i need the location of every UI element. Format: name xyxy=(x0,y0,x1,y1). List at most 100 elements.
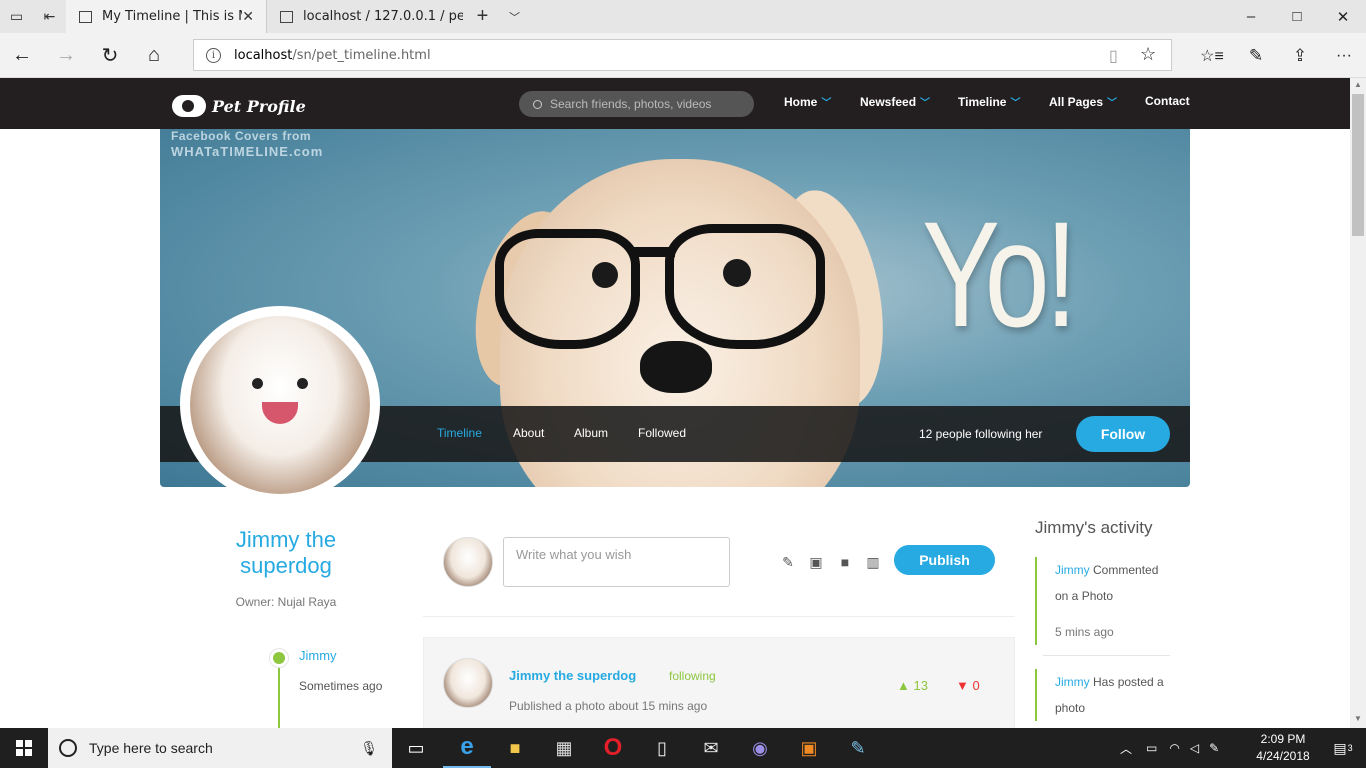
activity-time: 5 mins ago xyxy=(1055,625,1114,639)
hub-favorites-icon[interactable]: ☆≡ xyxy=(1190,33,1234,78)
url-host: localhost xyxy=(234,48,293,63)
glasses-lens-right xyxy=(665,224,825,349)
store-icon[interactable]: ▦ xyxy=(540,728,588,768)
tab-title: My Timeline | This is My xyxy=(102,9,242,24)
document-icon[interactable]: ▯ xyxy=(638,728,686,768)
pen-icon[interactable]: ✎ xyxy=(1209,741,1219,755)
pet-name: Jimmy the superdog xyxy=(235,527,337,578)
search-input[interactable]: Search friends, photos, videos xyxy=(519,91,754,117)
tab-about[interactable]: About xyxy=(513,426,544,440)
timeline-line xyxy=(278,660,280,728)
forward-button[interactable]: → xyxy=(44,33,88,78)
like-button[interactable]: ▲ 13 xyxy=(897,678,928,693)
close-window-button[interactable]: ✕ xyxy=(1320,0,1366,33)
refresh-button[interactable]: ↻ xyxy=(88,33,132,78)
clock[interactable]: 2:09 PM 4/24/2018 xyxy=(1248,731,1318,765)
start-button[interactable] xyxy=(0,728,48,768)
post-author-name[interactable]: Jimmy the superdog xyxy=(509,668,636,683)
profile-avatar[interactable] xyxy=(180,306,380,502)
site-logo[interactable]: Pet Profile xyxy=(172,94,306,118)
favorite-star-icon[interactable]: ☆ xyxy=(1140,44,1156,65)
task-view-icon[interactable]: ▭ xyxy=(392,728,440,768)
tab-close-icon[interactable]: ✕ xyxy=(242,9,254,25)
activity-user[interactable]: Jimmy xyxy=(1055,675,1090,689)
share-icon[interactable]: ⇪ xyxy=(1278,33,1322,78)
windows-logo-icon xyxy=(16,740,32,756)
volume-icon[interactable]: ◁ xyxy=(1190,741,1199,755)
timeline-entry-time: Sometimes ago xyxy=(299,679,383,693)
more-options-icon[interactable]: ··· xyxy=(1322,33,1366,78)
minimize-button[interactable]: – xyxy=(1228,0,1274,33)
menu-label: All Pages xyxy=(1049,94,1104,109)
address-bar[interactable]: i localhost/sn/pet_timeline.html ▯ ☆ xyxy=(193,39,1172,71)
file-explorer-icon[interactable]: ■ xyxy=(491,728,539,768)
opera-icon[interactable]: O xyxy=(589,728,637,768)
browser-tab-phpmyadmin[interactable]: localhost / 127.0.0.1 / pet_p xyxy=(266,0,466,33)
menu-newsfeed[interactable]: Newsfeed ﹀ xyxy=(860,94,930,110)
scroll-down-icon[interactable]: ▼ xyxy=(1350,714,1366,728)
map-icon[interactable]: ▥ xyxy=(865,554,881,570)
url-text[interactable]: localhost/sn/pet_timeline.html xyxy=(234,48,431,63)
divider xyxy=(423,616,1015,617)
web-notes-icon[interactable]: ✎ xyxy=(1234,33,1278,78)
image-icon[interactable]: ▣ xyxy=(808,554,824,570)
dog-eye-left xyxy=(592,262,618,288)
action-center-icon[interactable]: ▤ 3 xyxy=(1320,728,1366,768)
menu-contact[interactable]: Contact xyxy=(1145,94,1190,108)
post-composer-input[interactable]: Write what you wish xyxy=(503,537,730,587)
menu-label: Home xyxy=(784,94,818,109)
battery-icon[interactable]: ▭ xyxy=(1146,741,1157,755)
site-info-icon[interactable]: i xyxy=(206,48,221,63)
site-header: Pet Profile Search friends, photos, vide… xyxy=(0,78,1350,129)
tab-preview-icon[interactable]: ⇤ xyxy=(33,0,66,33)
mail-icon[interactable]: ✉ xyxy=(687,728,735,768)
chevron-down-icon: ﹀ xyxy=(821,98,832,109)
torrent-icon[interactable]: ◉ xyxy=(736,728,784,768)
search-placeholder: Search friends, photos, videos xyxy=(550,97,712,111)
follow-button[interactable]: Follow xyxy=(1076,416,1170,452)
post-author-avatar[interactable] xyxy=(443,658,493,708)
logo-text: Pet Profile xyxy=(212,96,306,116)
owner-label: Owner: Nujal Raya xyxy=(235,595,337,609)
credit-line-1: Facebook Covers from xyxy=(171,129,312,143)
browser-tab-bar: ▭ ⇤ My Timeline | This is My ✕ localhost… xyxy=(0,0,1366,33)
new-tab-icon[interactable]: + xyxy=(466,0,499,33)
scroll-up-icon[interactable]: ▲ xyxy=(1350,80,1366,94)
publish-button[interactable]: Publish xyxy=(894,545,995,575)
avatar-eyes xyxy=(252,378,308,392)
tray-up-chevron-icon[interactable]: ︿ xyxy=(1120,740,1132,757)
menu-home[interactable]: Home ﹀ xyxy=(784,94,832,110)
browser-tab-timeline[interactable]: My Timeline | This is My ✕ xyxy=(66,0,266,33)
scrollbar-thumb[interactable] xyxy=(1352,94,1364,236)
logo-icon xyxy=(172,95,206,117)
paint-icon[interactable]: ✎ xyxy=(834,728,882,768)
composer-avatar xyxy=(443,537,493,587)
tab-timeline[interactable]: Timeline xyxy=(437,426,482,440)
glasses-bridge xyxy=(630,247,675,257)
tab-list-chevron-icon[interactable]: ﹀ xyxy=(498,0,531,33)
timeline-entry-name[interactable]: Jimmy xyxy=(299,648,337,663)
taskbar-search[interactable]: Type here to search 🎙 xyxy=(48,728,392,768)
home-button[interactable]: ⌂ xyxy=(132,33,176,78)
browser-nav-row: ← → ↻ ⌂ i localhost/sn/pet_timeline.html… xyxy=(0,33,1366,78)
tab-set-aside-icon[interactable]: ▭ xyxy=(0,0,33,33)
reading-view-icon[interactable]: ▯ xyxy=(1109,46,1118,66)
wifi-icon[interactable]: ◠ xyxy=(1169,741,1179,755)
edge-browser-icon[interactable]: e xyxy=(443,728,491,768)
tab-album[interactable]: Album xyxy=(574,426,608,440)
activity-user[interactable]: Jimmy xyxy=(1055,563,1090,577)
menu-label: Timeline xyxy=(958,94,1007,109)
back-button[interactable]: ← xyxy=(0,33,44,78)
dislike-button[interactable]: ▼ 0 xyxy=(956,678,980,693)
chevron-down-icon: ﹀ xyxy=(1010,98,1021,109)
tab-followed[interactable]: Followed xyxy=(638,426,686,440)
maximize-button[interactable]: □ xyxy=(1274,0,1320,33)
microphone-icon[interactable]: 🎙 xyxy=(360,740,378,757)
xampp-icon[interactable]: ▣ xyxy=(785,728,833,768)
menu-all-pages[interactable]: All Pages ﹀ xyxy=(1049,94,1117,110)
edit-icon[interactable]: ✎ xyxy=(780,554,796,570)
menu-timeline[interactable]: Timeline ﹀ xyxy=(958,94,1021,110)
page-scrollbar[interactable]: ▲ ▼ xyxy=(1350,78,1366,728)
video-icon[interactable]: ■ xyxy=(837,554,853,570)
search-icon xyxy=(533,99,542,109)
